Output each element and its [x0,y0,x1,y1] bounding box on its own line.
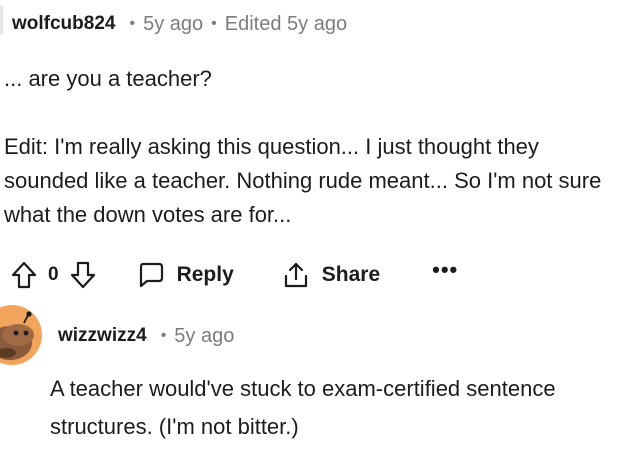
reply-timestamp[interactable]: 5y ago [174,325,234,348]
reply-avatar[interactable] [0,305,44,365]
reply-button[interactable]: Reply [137,261,234,289]
reply-body: A teacher would've stuck to exam-certifi… [50,370,610,446]
share-button[interactable]: Share [282,260,380,290]
downvote-arrow-icon [70,261,95,289]
upvote-button[interactable] [10,260,38,290]
downvote-button[interactable] [69,260,97,290]
reply-username[interactable]: wizzwizz4 [58,325,147,347]
comment-action-bar: 0 Reply Share ••• [10,257,458,293]
comment-username[interactable]: wolfcub824 [12,13,115,35]
upvote-arrow-icon [11,261,37,289]
comment-edited-label: Edited 5y ago [224,12,348,35]
comment-header: wolfcub824 • 5y ago • Edited 5y ago [12,11,347,37]
share-label: Share [321,263,381,286]
thread-line [0,6,3,34]
comment-text-line: ... are you a teacher? [4,66,212,91]
speech-bubble-icon [139,262,163,288]
vote-count: 0 [48,264,59,285]
more-options-button[interactable]: ••• [432,257,458,283]
reply-text: A teacher would've stuck to exam-certifi… [50,376,556,439]
comment-timestamp[interactable]: 5y ago [143,13,203,36]
meta-separator: • [160,327,167,344]
reply-header: wizzwizz4 • 5y ago [58,323,234,349]
comment-body: ... are you a teacher? Edit: I'm really … [4,62,614,232]
meta-separator: • [211,15,217,32]
snoo-avatar-icon [0,305,42,365]
meta-separator: • [129,15,136,32]
share-arrow-icon [284,262,307,288]
reply-label: Reply [176,263,234,286]
comment-edit-text: Edit: I'm really asking this question...… [4,134,602,227]
